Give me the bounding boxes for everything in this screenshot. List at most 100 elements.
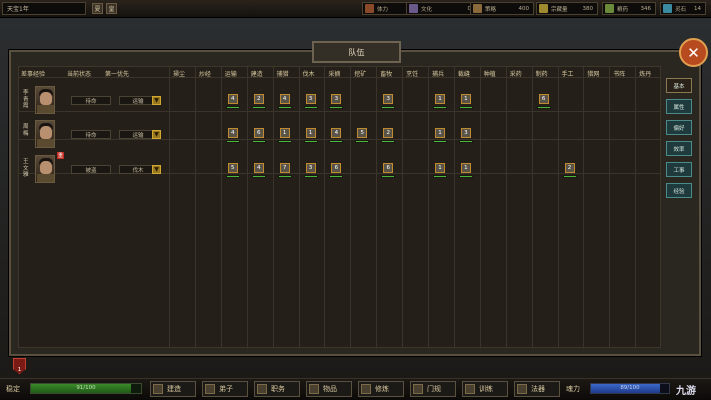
- menu-icon: [257, 384, 267, 394]
- menu-button[interactable]: 门规: [410, 381, 456, 397]
- date-text: 天宝1年: [7, 6, 29, 13]
- top-bar: 天宝1年 夏 皇 体力0文化0策略400宗藏量380粮药346灵石14: [0, 0, 711, 18]
- speed-button[interactable]: 皇: [106, 3, 117, 14]
- resource-5: 灵石 14: [660, 2, 706, 15]
- status-box: 待命: [71, 96, 111, 105]
- skill-cell[interactable]: 6: [381, 163, 396, 179]
- season-button[interactable]: 夏: [92, 3, 103, 14]
- chevron-down-icon[interactable]: ▼: [152, 130, 161, 139]
- skill-level: 6: [253, 128, 264, 138]
- skill-cell[interactable]: 5: [225, 163, 240, 179]
- side-tab[interactable]: 偏好: [666, 120, 692, 135]
- side-tab[interactable]: 效率: [666, 141, 692, 156]
- menu-icon: [517, 384, 527, 394]
- side-tab[interactable]: 基本: [666, 78, 692, 93]
- skill-cell[interactable]: 6: [536, 94, 551, 110]
- skill-progress: [251, 140, 266, 143]
- menu-button[interactable]: 弟子: [202, 381, 248, 397]
- menu-button[interactable]: 训练: [462, 381, 508, 397]
- skill-cell[interactable]: 6: [329, 163, 344, 179]
- skill-cell[interactable]: 4: [329, 128, 344, 144]
- column-divider: [194, 67, 196, 347]
- column-divider: [505, 67, 507, 347]
- skill-cell[interactable]: 3: [381, 94, 396, 110]
- member-portrait[interactable]: [35, 86, 55, 114]
- menu-button[interactable]: 修炼: [358, 381, 404, 397]
- skill-cell[interactable]: 3: [303, 163, 318, 179]
- menu-button[interactable]: 物品: [306, 381, 352, 397]
- skill-level: 1: [460, 94, 471, 104]
- skill-level: 2: [564, 163, 575, 173]
- culture-icon: [409, 4, 418, 13]
- skill-cell[interactable]: 4: [251, 163, 266, 179]
- skill-progress: [458, 175, 473, 178]
- skill-cell[interactable]: 1: [277, 128, 292, 144]
- menu-label: 弟子: [219, 385, 233, 393]
- treasury-icon: [539, 4, 548, 13]
- skill-cell[interactable]: 1: [303, 128, 318, 144]
- skill-cell[interactable]: 2: [251, 94, 266, 110]
- skill-level: 1: [460, 163, 471, 173]
- skill-cell[interactable]: 6: [251, 128, 266, 144]
- side-tab[interactable]: 工事: [666, 162, 692, 177]
- skill-progress: [277, 140, 292, 143]
- menu-button[interactable]: 法器: [514, 381, 560, 397]
- skill-cell[interactable]: 5: [355, 128, 370, 144]
- skill-level: 3: [305, 94, 316, 104]
- skill-cell[interactable]: 4: [225, 94, 240, 110]
- menu-label: 职务: [271, 385, 285, 393]
- chevron-down-icon[interactable]: ▼: [152, 96, 161, 105]
- skill-cell[interactable]: 1: [433, 163, 447, 179]
- skill-progress: [329, 175, 344, 178]
- strategy-icon: [473, 4, 482, 13]
- menu-icon: [153, 384, 163, 394]
- skill-cell[interactable]: 3: [458, 128, 473, 144]
- skill-progress: [536, 106, 551, 109]
- skill-cell[interactable]: 1: [458, 94, 473, 110]
- skill-cell[interactable]: 4: [277, 94, 292, 110]
- skill-progress: [433, 106, 447, 109]
- column-divider: [635, 67, 637, 347]
- skill-cell[interactable]: 2: [381, 128, 396, 144]
- member-portrait[interactable]: [35, 155, 55, 183]
- skill-progress: [277, 175, 292, 178]
- skill-progress: [329, 140, 344, 143]
- menu-button[interactable]: 职务: [254, 381, 300, 397]
- skill-cell[interactable]: 7: [277, 163, 292, 179]
- resource-label: 粮药: [617, 6, 629, 13]
- skill-cell[interactable]: 2: [562, 163, 577, 179]
- skill-progress: [355, 140, 370, 143]
- skill-progress: [303, 106, 318, 109]
- skill-level: 1: [435, 94, 445, 104]
- resource-label: 体力: [377, 6, 389, 13]
- close-icon[interactable]: ✕: [679, 38, 708, 67]
- skill-cell[interactable]: 1: [433, 128, 447, 144]
- menu-label: 训练: [479, 385, 493, 393]
- skill-cell[interactable]: 3: [303, 94, 318, 110]
- skill-level: 4: [279, 94, 290, 104]
- column-divider: [298, 67, 300, 347]
- chevron-down-icon[interactable]: ▼: [152, 165, 161, 174]
- menu-button[interactable]: 建造: [150, 381, 196, 397]
- skill-cell[interactable]: 3: [329, 94, 344, 110]
- skill-cell[interactable]: 1: [458, 163, 473, 179]
- skill-level: 4: [227, 128, 238, 138]
- column-divider: [453, 67, 455, 347]
- side-tab[interactable]: 属性: [666, 99, 692, 114]
- member-portrait[interactable]: [35, 120, 55, 148]
- skill-cell[interactable]: 4: [225, 128, 240, 144]
- skill-cell[interactable]: 1: [433, 94, 447, 110]
- member-name: 周梅: [23, 124, 29, 137]
- row-divider: [19, 111, 660, 112]
- resource-value: 380: [582, 5, 594, 12]
- skill-level: 1: [305, 128, 316, 138]
- skill-level: 1: [435, 128, 445, 138]
- column-divider: [402, 67, 404, 347]
- resource-3: 宗藏量 380: [536, 2, 598, 15]
- resource-value: 400: [518, 5, 530, 12]
- resource-value: 14: [694, 5, 701, 12]
- skill-level: 3: [305, 163, 316, 173]
- status-tag: 重: [57, 152, 64, 159]
- skill-level: 4: [227, 94, 238, 104]
- side-tab[interactable]: 经验: [666, 183, 692, 198]
